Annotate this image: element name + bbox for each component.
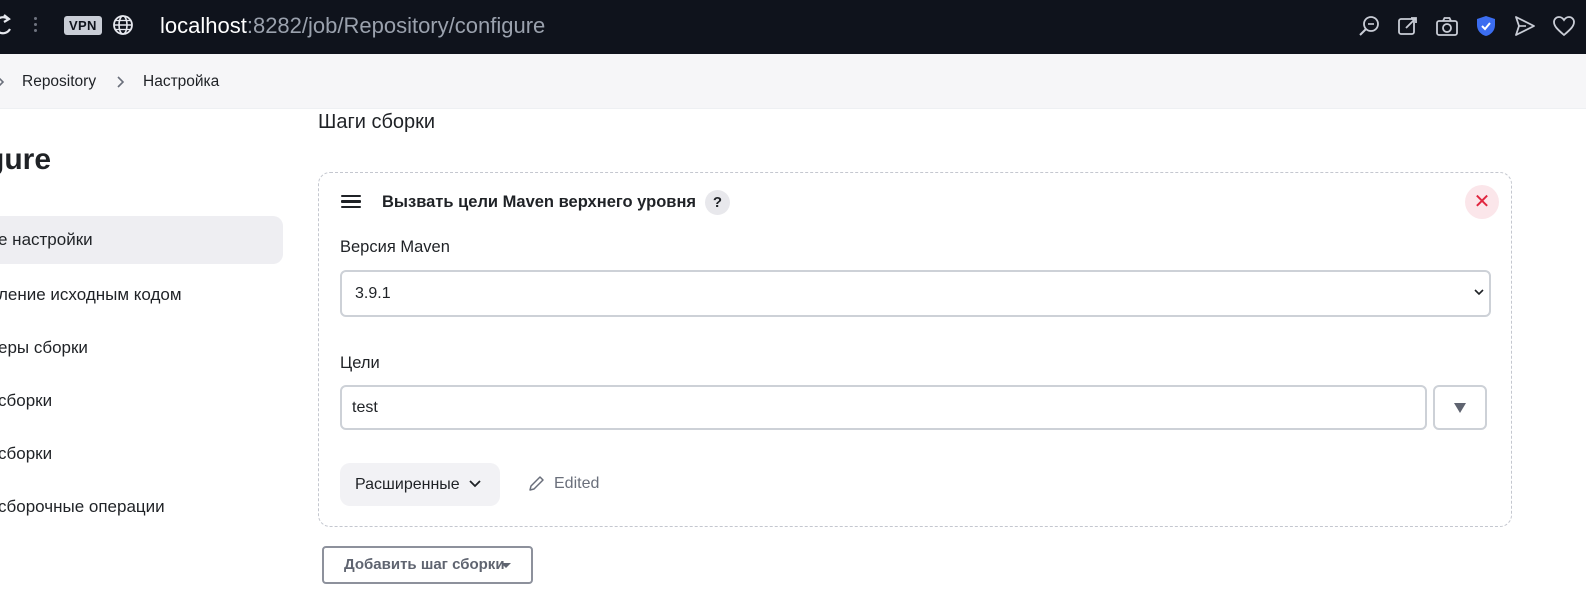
chevron-down-icon	[469, 480, 481, 488]
edited-indicator: Edited	[527, 475, 599, 493]
add-build-step-button[interactable]: Добавить шаг сборки	[322, 546, 533, 584]
chevron-right-icon	[0, 77, 5, 87]
pencil-icon	[529, 476, 544, 491]
breadcrumb: Repository Настройка	[0, 54, 1586, 109]
vpn-badge[interactable]: VPN	[64, 16, 102, 35]
send-icon[interactable]	[1513, 14, 1537, 38]
sidebar-item-build-steps[interactable]: сборки	[0, 430, 283, 478]
help-button[interactable]: ?	[705, 190, 730, 215]
edited-label: Edited	[554, 475, 600, 492]
toolbar-icons	[1357, 13, 1576, 39]
search-zoom-icon[interactable]	[1357, 14, 1381, 38]
breadcrumb-item-repository[interactable]: Repository	[22, 73, 96, 91]
maven-version-value: 3.9.1	[355, 285, 391, 302]
breadcrumb-item-configure[interactable]: Настройка	[143, 73, 219, 91]
heart-icon[interactable]	[1552, 14, 1576, 38]
section-title: Шаги сборки	[318, 111, 436, 133]
shield-icon[interactable]	[1474, 14, 1498, 38]
sidebar-item-scm[interactable]: ление исходным кодом	[0, 271, 283, 319]
camera-icon[interactable]	[1435, 14, 1459, 38]
goals-label: Цели	[340, 354, 380, 372]
sidebar-item-build-environment[interactable]: сборки	[0, 377, 283, 425]
drag-handle-icon[interactable]	[341, 195, 361, 211]
sidebar-item-post-build[interactable]: сборочные операции	[0, 483, 283, 531]
build-step-card: Вызвать цели Maven верхнего уровня ? ✕ В…	[318, 172, 1512, 527]
more-icon[interactable]	[32, 14, 38, 38]
sidebar-item-build-triggers[interactable]: еры сборки	[0, 324, 283, 372]
globe-icon[interactable]	[112, 14, 134, 36]
step-title: Вызвать цели Maven верхнего уровня	[382, 193, 697, 211]
address-bar[interactable]: localhost:8282/job/Repository/configure	[160, 12, 545, 40]
add-build-step-label: Добавить шаг сборки	[344, 556, 505, 573]
url-host: localhost	[160, 13, 247, 38]
sidebar-item-general[interactable]: е настройки	[0, 216, 283, 264]
page-title: gure	[0, 143, 52, 176]
triangle-down-icon	[1454, 402, 1466, 413]
caret-down-icon	[501, 563, 511, 568]
close-icon[interactable]: ✕	[1465, 185, 1499, 219]
maven-version-label: Версия Maven	[340, 238, 450, 256]
expand-textarea-button[interactable]	[1433, 385, 1487, 430]
browser-toolbar: VPN localhost:8282/job/Repository/config…	[0, 0, 1586, 54]
url-path: :8282/job/Repository/configure	[246, 13, 546, 38]
pin-icon[interactable]	[1396, 14, 1420, 38]
advanced-button[interactable]: Расширенные	[340, 463, 500, 506]
chevron-down-icon	[1474, 289, 1484, 296]
maven-version-select[interactable]: 3.9.1	[340, 270, 1491, 317]
chevron-right-icon	[117, 76, 125, 88]
advanced-label: Расширенные	[355, 476, 460, 493]
goals-input[interactable]: test	[340, 385, 1427, 430]
reload-icon[interactable]	[0, 12, 16, 38]
